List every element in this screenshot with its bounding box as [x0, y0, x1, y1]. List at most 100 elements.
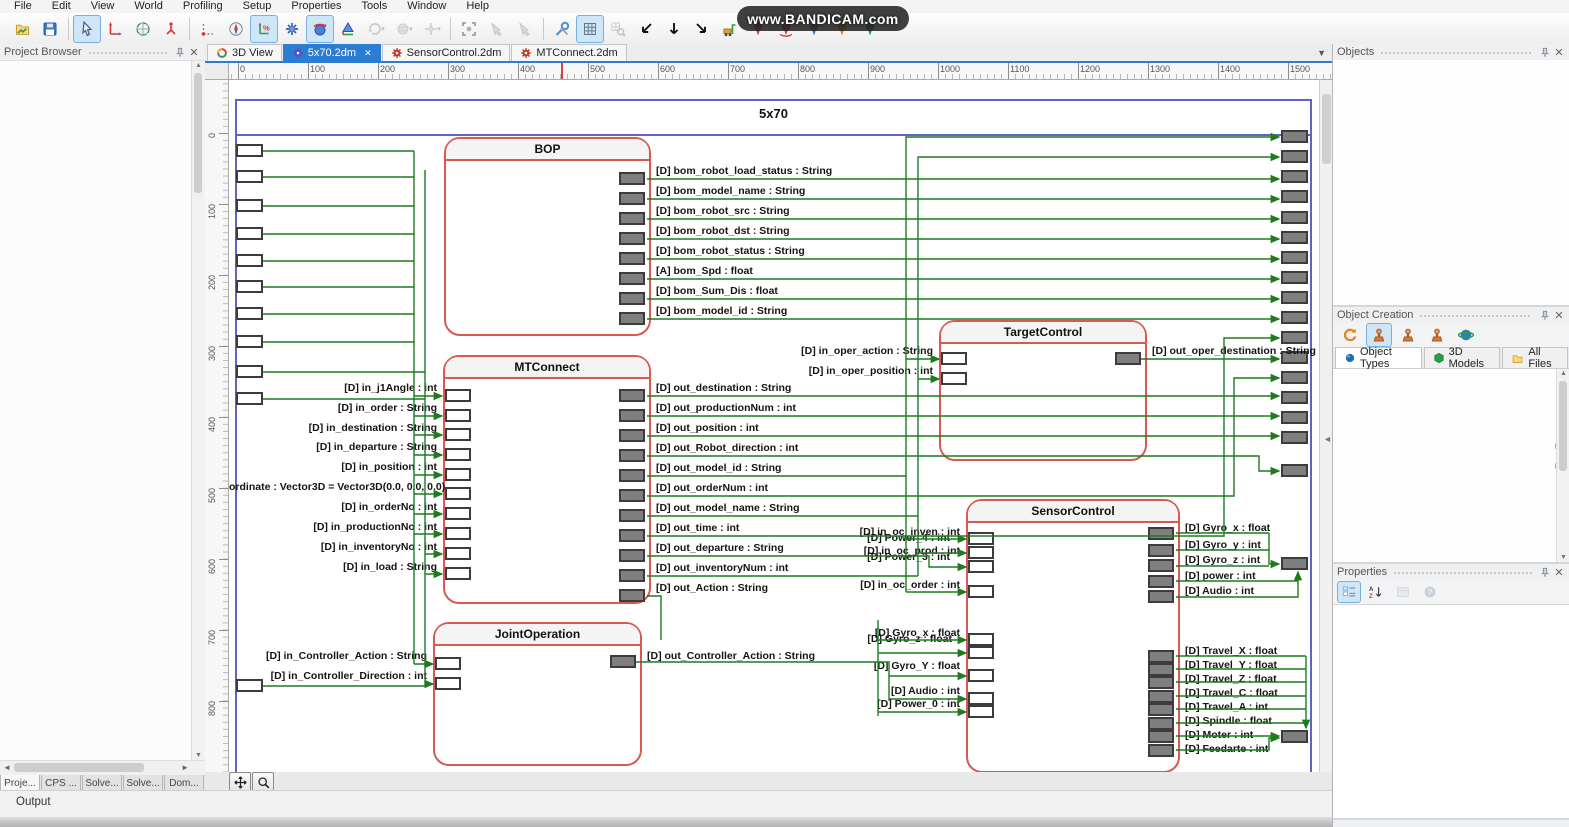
mtconnect-input-port[interactable]	[445, 567, 471, 580]
creation-tab-3d-models[interactable]: 3D Models	[1424, 347, 1501, 368]
container-input-port[interactable]	[236, 365, 263, 378]
project-tree-item[interactable]	[0, 604, 205, 619]
menu-item-setup[interactable]: Setup	[233, 0, 282, 13]
menu-item-file[interactable]: File	[4, 0, 42, 13]
creation-tree-vscrollbar[interactable]: ▲▼	[1556, 369, 1569, 562]
container-output-port[interactable]	[1281, 431, 1308, 444]
mtconnect-input-port[interactable]	[445, 468, 471, 481]
orbit-globe-tool-button[interactable]	[129, 15, 157, 43]
mtconnect-output-port[interactable]	[619, 549, 645, 562]
stamp-tool-1-button[interactable]	[1366, 323, 1392, 347]
project-tree-item[interactable]	[0, 90, 205, 105]
sensorcontrol-input-port[interactable]	[968, 692, 994, 705]
project-tree-hscrollbar[interactable]: ◄►	[0, 760, 205, 775]
arrow-down-tool-button[interactable]	[660, 15, 688, 43]
project-tree-item[interactable]	[0, 443, 205, 458]
sensorcontrol-output-port[interactable]	[1148, 663, 1174, 676]
container-input-port[interactable]	[236, 679, 263, 692]
project-tree-item[interactable]	[0, 149, 205, 164]
block-targetcontrol[interactable]: TargetControl	[939, 320, 1147, 461]
pyramid-axes-tool-button[interactable]	[334, 15, 362, 43]
creation-tree-item[interactable]	[1333, 487, 1569, 502]
project-tree-item[interactable]	[0, 678, 205, 693]
menu-item-view[interactable]: View	[81, 0, 125, 13]
mtconnect-input-port[interactable]	[445, 409, 471, 422]
scroll-thumb[interactable]	[194, 73, 202, 193]
creation-tree-item[interactable]	[1333, 457, 1569, 472]
bop-output-port[interactable]	[619, 212, 645, 225]
bop-output-port[interactable]	[619, 292, 645, 305]
mtconnect-output-port[interactable]	[619, 469, 645, 482]
container-output-port[interactable]	[1281, 190, 1308, 203]
scroll-thumb[interactable]	[1559, 381, 1567, 471]
project-tree-item[interactable]	[0, 531, 205, 546]
sensorcontrol-input-port[interactable]	[968, 705, 994, 718]
project-tree-item[interactable]	[0, 737, 205, 752]
mtconnect-output-port[interactable]	[619, 569, 645, 582]
project-tree-item[interactable]	[0, 458, 205, 473]
mtconnect-input-port[interactable]	[445, 487, 471, 500]
bop-output-port[interactable]	[619, 272, 645, 285]
project-tree-item[interactable]	[0, 105, 205, 120]
bop-output-port[interactable]	[619, 312, 645, 325]
sensorcontrol-input-port[interactable]	[968, 669, 994, 682]
sort-az-button[interactable]: AZ	[1364, 581, 1388, 603]
menu-item-edit[interactable]: Edit	[42, 0, 81, 13]
translate-axis-tool-button[interactable]	[101, 15, 129, 43]
container-output-port[interactable]	[1281, 311, 1308, 324]
menu-item-properties[interactable]: Properties	[281, 0, 351, 13]
sensorcontrol-input-port[interactable]	[968, 633, 994, 646]
tab-list-dropdown-icon[interactable]: ▼	[1317, 48, 1326, 58]
pin-icon[interactable]	[173, 47, 187, 58]
project-tree-item[interactable]	[0, 311, 205, 326]
sensorcontrol-output-port[interactable]	[1148, 690, 1174, 703]
splitter-collapse-icon[interactable]: ◄	[1323, 434, 1332, 444]
container-output-port[interactable]	[1281, 291, 1308, 304]
rotate-axis-tool-button[interactable]	[157, 15, 185, 43]
project-tree-item[interactable]	[0, 281, 205, 296]
mtconnect-output-port[interactable]	[619, 489, 645, 502]
pick-arrow-tool-button[interactable]	[483, 15, 511, 43]
menu-item-help[interactable]: Help	[456, 0, 499, 13]
container-input-port[interactable]	[236, 335, 263, 348]
zoom-grid-tool-button[interactable]	[604, 15, 632, 43]
categorize-button[interactable]	[1337, 581, 1361, 603]
project-tree-item[interactable]	[0, 369, 205, 384]
frame-select-tool-button[interactable]	[455, 15, 483, 43]
pin-icon[interactable]	[1538, 567, 1552, 578]
project-tree-item[interactable]	[0, 296, 205, 311]
project-tree-item[interactable]	[0, 76, 205, 91]
mtconnect-output-port[interactable]	[619, 409, 645, 422]
targetcontrol-input-port[interactable]	[941, 372, 967, 385]
sensorcontrol-output-port[interactable]	[1148, 650, 1174, 663]
close-icon[interactable]: ✕	[1552, 309, 1566, 322]
project-tree-item[interactable]	[0, 414, 205, 429]
project-tree-item[interactable]	[0, 237, 205, 252]
project-tree-item[interactable]	[0, 428, 205, 443]
creation-tree-item[interactable]	[1333, 501, 1569, 516]
sensorcontrol-input-port[interactable]	[968, 646, 994, 659]
mtconnect-output-port[interactable]	[619, 529, 645, 542]
container-output-port[interactable]	[1281, 231, 1308, 244]
menu-item-window[interactable]: Window	[397, 0, 456, 13]
reference-axis-tool-button[interactable]	[194, 15, 222, 43]
mtconnect-input-port[interactable]	[445, 547, 471, 560]
container-input-port[interactable]	[236, 254, 263, 267]
project-tree-item[interactable]	[0, 399, 205, 414]
objects-tree-item[interactable]	[1333, 119, 1569, 134]
targetcontrol-output-port[interactable]	[1115, 352, 1141, 365]
bop-output-port[interactable]	[619, 252, 645, 265]
doc-tab-5x70-2dm[interactable]: 5x70.2dm✕	[283, 44, 381, 61]
container-output-port[interactable]	[1281, 170, 1308, 183]
container-input-port[interactable]	[236, 144, 263, 157]
project-tree-item[interactable]	[0, 590, 205, 605]
container-output-port[interactable]	[1281, 211, 1308, 224]
creation-tab-object-types[interactable]: Object Types	[1335, 347, 1422, 368]
help-button[interactable]: ?	[1418, 581, 1442, 603]
mtconnect-output-port[interactable]	[619, 589, 645, 602]
menu-item-tools[interactable]: Tools	[352, 0, 398, 13]
creation-tree-item[interactable]	[1333, 472, 1569, 487]
objects-tree-item[interactable]	[1333, 104, 1569, 119]
mtconnect-output-port[interactable]	[619, 509, 645, 522]
project-tree-item[interactable]	[0, 516, 205, 531]
